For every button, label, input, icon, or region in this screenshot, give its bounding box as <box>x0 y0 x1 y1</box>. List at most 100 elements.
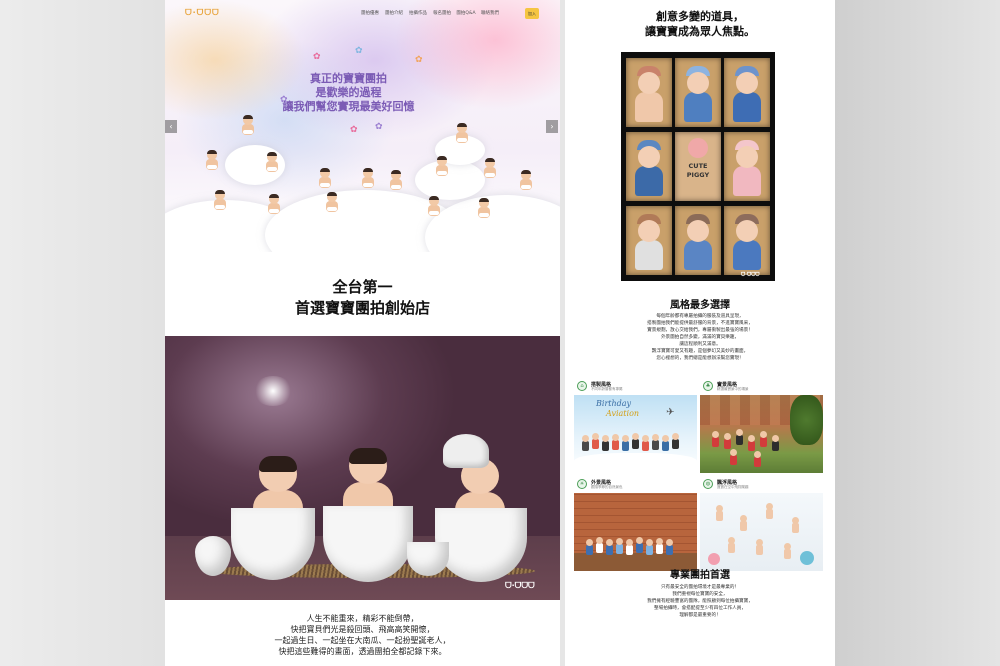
kid <box>754 451 761 467</box>
kid <box>792 517 799 533</box>
baby-cell <box>626 206 672 275</box>
kid <box>756 539 763 555</box>
kid <box>784 543 791 559</box>
kid <box>642 435 649 451</box>
kid <box>622 435 629 451</box>
baby-cell <box>675 58 721 127</box>
kid <box>760 431 767 447</box>
flower-icon: ✿ <box>375 122 383 132</box>
style-card-header: ♣ 實景風格 精選最實景中的場景 <box>700 380 823 394</box>
kid <box>582 435 589 451</box>
kid <box>666 539 673 555</box>
baby-cell <box>724 206 770 275</box>
sun-icon: ☀ <box>577 479 587 489</box>
cloud-floor <box>574 453 697 473</box>
kid <box>662 435 669 451</box>
pro-section-title: 專業團拍首選 <box>670 570 730 581</box>
style-card-header: ◍ 飄浮風格 寶寶在空中飛翔樂趣 <box>700 478 823 492</box>
cloud <box>415 160 485 200</box>
kid <box>716 505 723 521</box>
flower-icon <box>800 551 814 565</box>
baby <box>213 190 227 210</box>
balloon-icon: ◍ <box>703 479 713 489</box>
baby-cell <box>724 58 770 127</box>
tree-icon: ♣ <box>703 381 713 391</box>
style-image-aviation: Birthday Aviation ✈ <box>574 395 697 473</box>
join-button[interactable]: 加入 <box>525 8 539 19</box>
kid <box>652 434 659 450</box>
kid <box>602 435 609 451</box>
intro-text-line: 快把這些難得的畫面，透過團拍全都記錄下來。 <box>278 647 447 656</box>
eggshell-babies-photo: ᗜ·ᗜᗜᗜ <box>165 336 560 600</box>
kid <box>592 433 599 449</box>
airplane-icon: ✈ <box>666 407 675 418</box>
baby <box>427 196 441 216</box>
props-heading-line-2: 讓寶寶成為眾人焦點。 <box>645 25 755 38</box>
nav-item-works[interactable]: 拍攝作品 <box>406 10 430 16</box>
pro-text-line: 只有最安全的團拍環境才是最專業的！ <box>660 585 740 590</box>
baby <box>435 156 449 176</box>
kid <box>748 435 755 451</box>
style-image-brick <box>574 493 697 571</box>
baby-cell <box>675 206 721 275</box>
kid <box>728 537 735 553</box>
kid <box>672 433 679 449</box>
nav-item-faq[interactable]: 團拍Q&A <box>454 10 478 16</box>
kid <box>636 537 643 553</box>
kid <box>616 538 623 554</box>
nav-item-intro[interactable]: 團拍介紹 <box>382 10 406 16</box>
style-text-line: 外景團拍自然多變，滿滿的寶貝樂趣， <box>660 335 740 340</box>
style-text-line: 您心裡想的，我們總是能想辦法幫您實現！ <box>656 356 744 361</box>
kid <box>712 431 719 447</box>
flower-icon: ✿ <box>313 52 321 62</box>
nav-menu: 團拍優惠 團拍介紹 拍攝作品 報名團拍 團拍Q&A 聯絡我們 <box>358 10 502 16</box>
baby <box>265 152 279 172</box>
style-card-subtitle: 寶寶在空中飛翔樂趣 <box>717 485 749 489</box>
kid <box>766 503 773 519</box>
baby <box>483 158 497 178</box>
style-section-title: 風格最多選擇 <box>670 300 730 311</box>
kid <box>724 433 731 449</box>
style-card-header: ⌂ 搭製風格 不同年齡層都有專屬 <box>574 380 697 394</box>
cloud <box>425 195 560 252</box>
style-text-line: 實景規劃，放心交給我們，專屬衝製出最強的場景！ <box>647 328 753 333</box>
baby <box>389 170 403 190</box>
pro-text-line: 我們擁有經驗豐富的團隊，能照顧到每位拍攝寶寶， <box>647 599 753 604</box>
banner-text-2: Aviation <box>606 409 640 418</box>
house-icon: ⌂ <box>577 381 587 391</box>
intro-text-line: 快把寶貝們光是殺回頭、飛高高笑開懷， <box>290 625 435 634</box>
flower-icon <box>708 553 720 565</box>
baby <box>455 123 469 143</box>
flower-icon: ✿ <box>355 46 363 56</box>
style-card-header: ☀ 外景風格 跟隨季節的自然景色 <box>574 478 697 492</box>
top-navigation: ᗜ·ᗜᗜᗜ 團拍優惠 團拍介紹 拍攝作品 報名團拍 團拍Q&A 聯絡我們 加入 <box>165 0 560 28</box>
cute-piggy-sign: CUTE PIGGY <box>675 132 721 201</box>
costume-grid-photo: CUTE PIGGY ᗜ·ᗜᗜᗜ <box>621 52 775 281</box>
style-text-line: 每個年齡都有專屬拍攝的服裝及道具呈現， <box>656 314 744 319</box>
pro-text-line: 理解都是最重要的！ <box>679 613 721 618</box>
baby-cell <box>626 58 672 127</box>
carousel-next-button[interactable]: › <box>546 120 558 133</box>
carousel-prev-button[interactable]: ‹ <box>165 120 177 133</box>
baby <box>325 192 339 212</box>
style-card-subtitle: 精選最實景中的場景 <box>717 387 749 391</box>
banner-text-1: Birthday <box>596 399 632 408</box>
hero-line-3: 讓我們幫您實現最美好回憶 <box>282 100 415 113</box>
style-card-subtitle: 跟隨季節的自然景色 <box>591 485 623 489</box>
style-image-floating <box>700 493 823 571</box>
homepage-screenshot: ✿ ✿ ✿ ✿ ✿ ✿ 真正的寶寶團拍 是歡樂的過程 讓我們幫您實現最美好回憶 … <box>165 0 560 666</box>
sign-line-1: CUTE <box>688 162 708 170</box>
kid <box>740 515 747 531</box>
features-screenshot: 創意多變的道具， 讓寶寶成為眾人焦點。 CUTE PIGGY ᗜ·ᗜᗜᗜ 風格最… <box>565 0 835 666</box>
baby-cell <box>626 132 672 201</box>
nav-item-contact[interactable]: 聯絡我們 <box>478 10 502 16</box>
baby <box>241 115 255 135</box>
baby <box>267 194 281 214</box>
nav-item-signup[interactable]: 報名團拍 <box>430 10 454 16</box>
site-logo[interactable]: ᗜ·ᗜᗜᗜ <box>185 8 220 18</box>
kid <box>736 429 743 445</box>
photo-watermark-logo: ᗜ·ᗜᗜᗜ <box>505 581 535 590</box>
nav-item-offers[interactable]: 團拍優惠 <box>358 10 382 16</box>
kid <box>626 539 633 555</box>
baby <box>318 168 332 188</box>
